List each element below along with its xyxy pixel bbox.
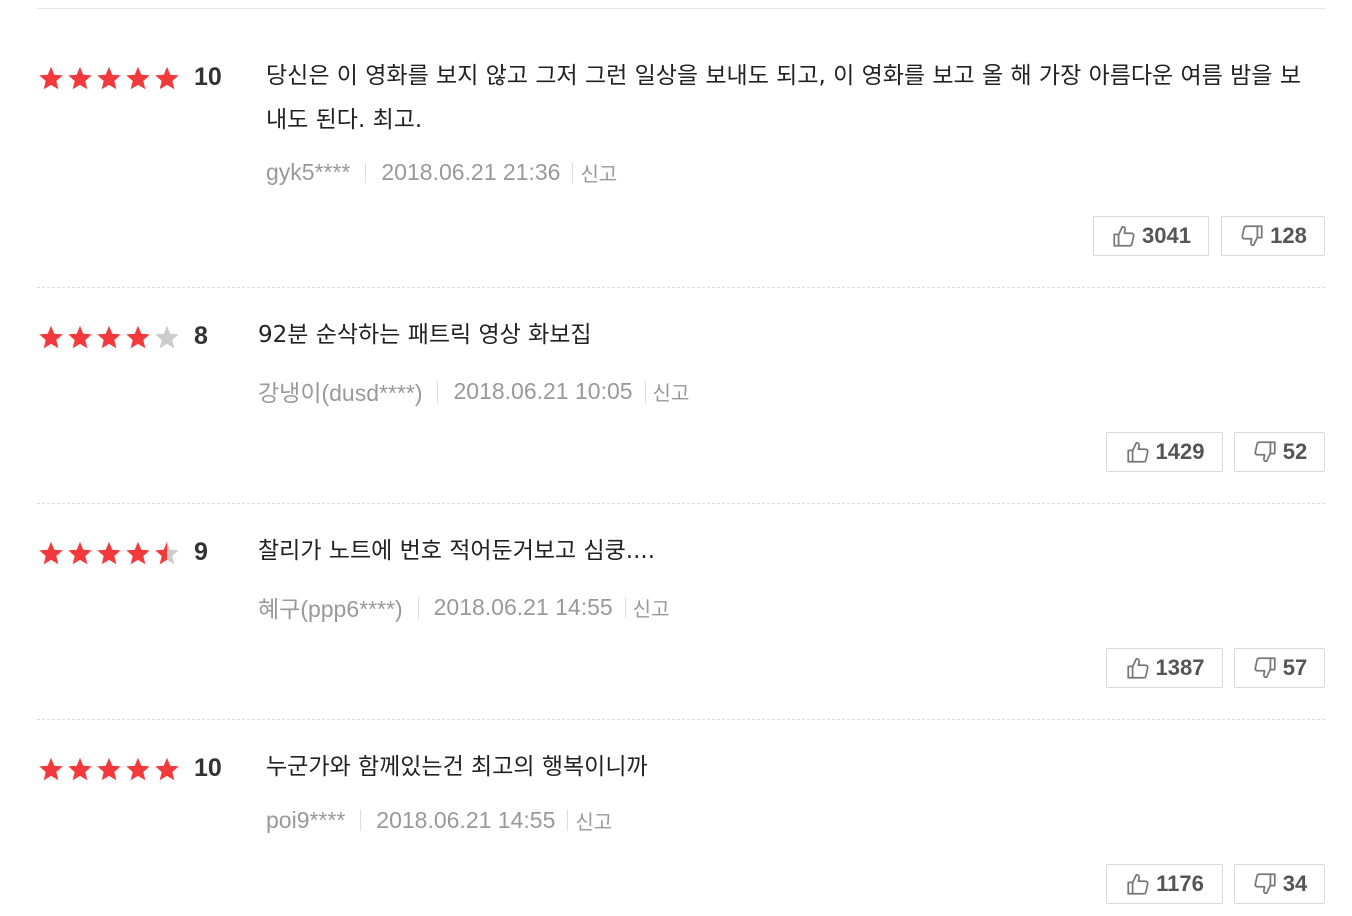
meta-separator [572,162,574,183]
star-icon [155,325,179,348]
star-icon [126,541,150,564]
review-rating: 8 [37,322,208,351]
dislike-count: 128 [1270,223,1307,248]
like-count: 1176 [1156,871,1204,896]
review-date: 2018.06.21 14:55 [433,593,613,620]
thumbs-up-icon [1125,871,1156,897]
meta-separator [644,380,646,402]
star-rating [37,65,182,91]
review-divider [37,719,1325,720]
review-rating: 9 [37,538,208,567]
review-meta: gyk5**** 2018.06.21 21:36 신고 [266,158,617,187]
thumbs-up-icon [1125,439,1156,465]
star-icon [97,66,121,89]
review-author[interactable]: poi9**** [266,807,345,834]
review-meta: 혜구(ppp6****) 2018.06.21 14:55 신고 [258,590,669,624]
dislike-button[interactable]: 52 [1234,432,1325,472]
meta-separator [567,810,569,831]
star-icon [39,66,63,89]
star-icon [155,757,179,780]
review-meta: 강냉이(dusd****) 2018.06.21 10:05 신고 [258,374,689,408]
star-icon [39,325,63,348]
dislike-button[interactable]: 34 [1234,864,1325,904]
meta-separator [360,810,362,831]
report-link[interactable]: 신고 [633,593,670,622]
star-icon [39,541,63,564]
like-button[interactable]: 3041 [1093,216,1209,256]
star-icon [68,757,92,780]
meta-separator [624,596,626,618]
review-date: 2018.06.21 21:36 [381,159,561,185]
star-rating [37,324,182,350]
dislike-button[interactable]: 128 [1221,216,1325,256]
star-icon [97,541,121,564]
star-rating [37,756,182,782]
star-icon [126,757,150,780]
review-score: 10 [194,63,222,91]
top-divider [37,8,1325,9]
dislike-button[interactable]: 57 [1234,648,1325,688]
like-count: 1387 [1155,655,1205,680]
star-icon [39,757,63,780]
thumbs-up-icon [1111,223,1142,249]
dislike-count: 57 [1282,655,1308,680]
like-count: 1429 [1155,439,1205,464]
thumbs-down-icon [1239,223,1270,249]
review-score: 8 [194,322,208,350]
thumbs-up-icon [1125,655,1156,681]
meta-separator [437,380,439,402]
review-author[interactable]: gyk5**** [266,159,350,186]
star-icon [126,325,150,348]
like-button[interactable]: 1387 [1106,648,1223,688]
review-score: 9 [194,538,208,566]
like-button[interactable]: 1176 [1106,864,1223,904]
dislike-count: 34 [1282,871,1308,896]
star-rating [37,540,182,566]
star-icon [155,66,179,89]
review-rating: 10 [37,754,222,783]
report-link[interactable]: 신고 [580,158,617,187]
star-icon [126,66,150,89]
thumbs-down-icon [1252,655,1283,681]
review-meta: poi9**** 2018.06.21 14:55 신고 [266,806,612,835]
review-text: 당신은 이 영화를 보지 않고 그저 그런 일상을 보내도 되고, 이 영화를 … [266,63,1301,133]
review-text: 누군가와 함께있는건 최고의 행복이니까 [266,754,648,780]
star-icon [97,325,121,348]
star-icon [68,325,92,348]
star-icon [68,66,92,89]
review-date: 2018.06.21 14:55 [376,807,556,833]
review-score: 10 [194,754,222,782]
thumbs-down-icon [1252,439,1283,465]
review-author[interactable]: 혜구(ppp6****) [258,590,403,624]
meta-separator [365,162,367,183]
review-rating: 10 [37,63,222,92]
like-count: 3041 [1142,223,1191,248]
thumbs-down-icon [1252,871,1283,897]
review-text: 92분 순삭하는 패트릭 영상 화보집 [258,322,592,348]
review-date: 2018.06.21 10:05 [453,377,633,404]
review-author[interactable]: 강냉이(dusd****) [258,374,422,408]
meta-separator [417,596,419,618]
review-divider [37,503,1325,504]
report-link[interactable]: 신고 [575,806,612,835]
star-icon [97,757,121,780]
report-link[interactable]: 신고 [653,377,690,406]
review-divider [37,287,1325,288]
review-text: 찰리가 노트에 번호 적어둔거보고 심쿵.... [258,538,656,564]
dislike-count: 52 [1282,439,1308,464]
like-button[interactable]: 1429 [1106,432,1223,472]
star-icon [155,541,179,564]
star-icon [68,541,92,564]
